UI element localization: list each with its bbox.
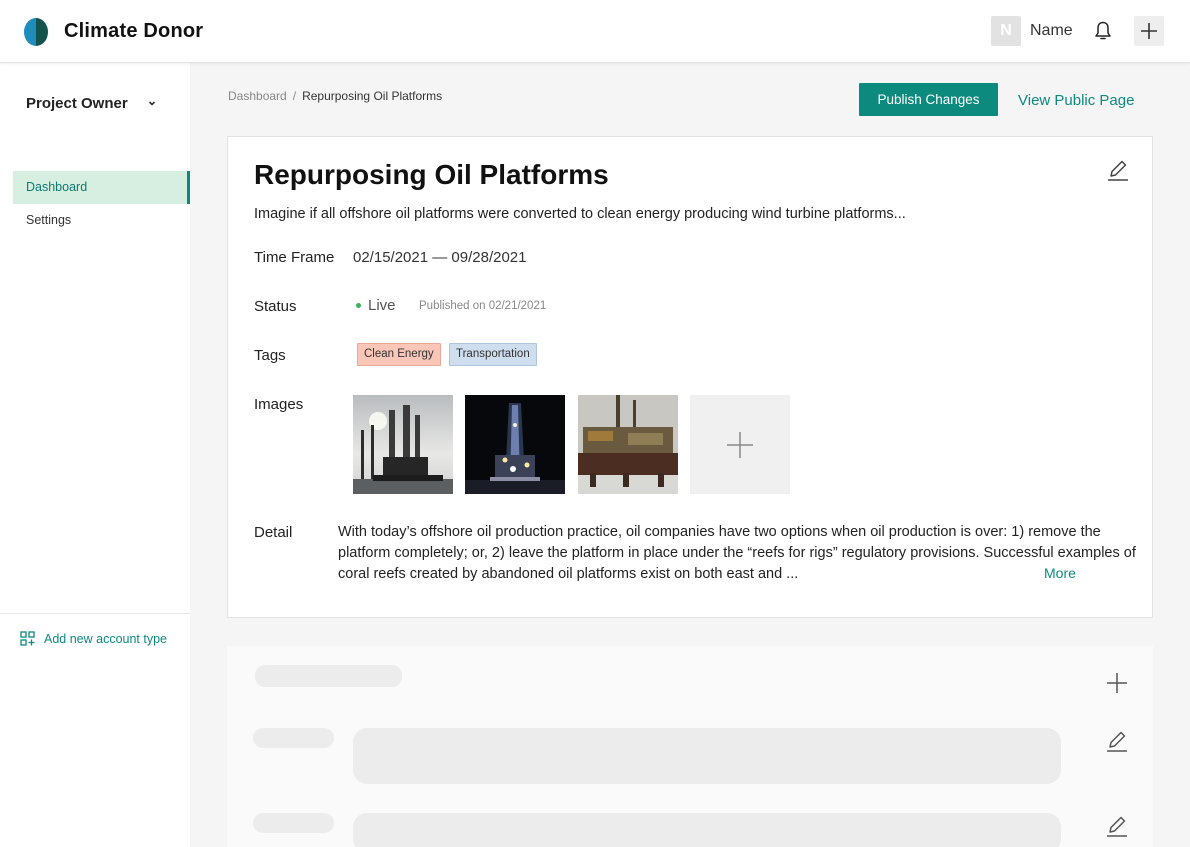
time-frame-label: Time Frame — [254, 249, 335, 266]
sidebar-item-settings[interactable]: Settings — [13, 204, 190, 237]
project-image-1[interactable] — [353, 395, 453, 494]
status-value: Live — [356, 297, 396, 314]
published-date: Published on 02/21/2021 — [419, 300, 547, 312]
project-card: Repurposing Oil Platforms Imagine if all… — [227, 136, 1153, 618]
edit-pencil-icon[interactable] — [1104, 813, 1130, 839]
bell-icon — [1095, 21, 1111, 40]
sidebar: Project Owner Dashboard Settings Add new… — [0, 63, 190, 847]
loading-skeleton-card — [227, 646, 1153, 847]
user-name[interactable]: Name — [1030, 22, 1073, 40]
project-summary: Imagine if all offshore oil platforms we… — [254, 206, 906, 222]
project-detail-text: With today’s offshore oil production pra… — [338, 524, 1136, 582]
add-account-type-label: Add new account type — [44, 631, 167, 646]
add-account-type-button[interactable]: Add new account type — [20, 631, 167, 646]
tag-clean-energy[interactable]: Clean Energy — [357, 343, 441, 366]
skeleton-label-bar — [253, 728, 334, 748]
create-button[interactable] — [1134, 16, 1164, 46]
time-frame-value: 02/15/2021 — 09/28/2021 — [353, 249, 527, 266]
edit-pencil-icon[interactable] — [1105, 157, 1131, 183]
more-link[interactable]: More — [1044, 565, 1076, 581]
top-bar: Climate Donor N Name — [0, 0, 1190, 63]
edit-pencil-icon[interactable] — [1104, 728, 1130, 754]
project-title: Repurposing Oil Platforms — [254, 159, 609, 190]
notifications-button[interactable] — [1086, 16, 1120, 46]
add-image-button[interactable] — [690, 395, 790, 494]
skeleton-content-bar — [353, 728, 1061, 784]
project-image-3[interactable] — [578, 395, 678, 494]
plus-icon — [727, 431, 753, 458]
plus-icon — [1141, 23, 1157, 39]
breadcrumb-separator: / — [292, 89, 297, 103]
status-label: Status — [254, 298, 297, 315]
climate-donor-logo-icon[interactable] — [24, 16, 48, 48]
sidebar-divider — [0, 613, 190, 614]
tag-transportation[interactable]: Transportation — [449, 343, 537, 366]
brand-name[interactable]: Climate Donor — [64, 20, 203, 43]
role-selector-label[interactable]: Project Owner — [26, 95, 128, 112]
images-label: Images — [254, 396, 304, 413]
publish-changes-button[interactable]: Publish Changes — [859, 83, 998, 116]
skeleton-title-bar — [255, 665, 402, 687]
tags-label: Tags — [254, 347, 286, 364]
breadcrumb-current: Repurposing Oil Platforms — [302, 89, 443, 103]
chevron-down-icon[interactable] — [146, 97, 158, 109]
plus-icon[interactable] — [1104, 670, 1130, 696]
skeleton-label-bar — [253, 813, 334, 833]
detail-label: Detail — [254, 524, 293, 541]
view-public-page-link[interactable]: View Public Page — [1018, 92, 1134, 109]
breadcrumb: Dashboard / Repurposing Oil Platforms — [228, 89, 442, 103]
main-content: Dashboard / Repurposing Oil Platforms Publ… — [190, 63, 1190, 847]
sidebar-item-dashboard[interactable]: Dashboard — [13, 171, 190, 204]
breadcrumb-dashboard[interactable]: Dashboard — [228, 89, 287, 103]
add-grid-icon — [20, 631, 35, 646]
avatar[interactable]: N — [991, 16, 1021, 46]
live-status-dot — [356, 303, 361, 308]
status-text: Live — [368, 297, 396, 314]
skeleton-content-bar — [353, 813, 1061, 847]
project-image-2[interactable] — [465, 395, 565, 494]
